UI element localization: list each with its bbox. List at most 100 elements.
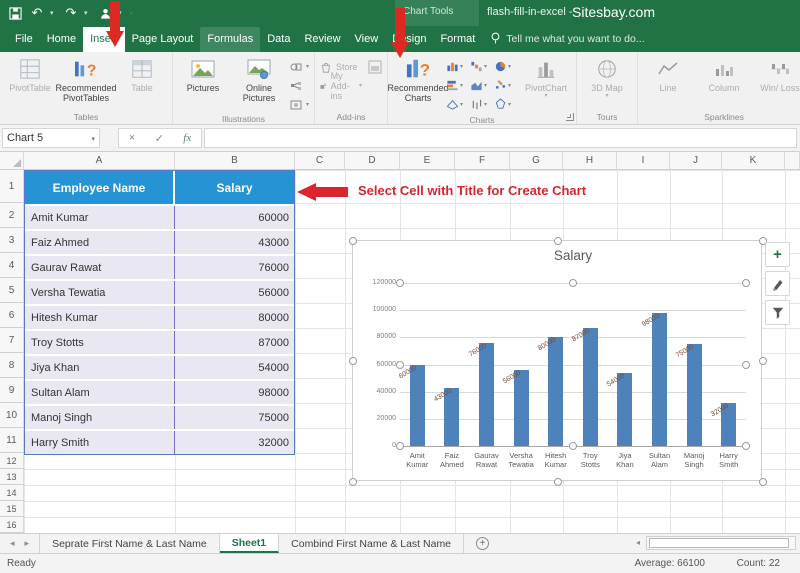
horizontal-scrollbar[interactable] — [646, 536, 796, 550]
row-header-13[interactable]: 13 — [0, 469, 24, 485]
area-chart-button[interactable]: ▾ — [470, 76, 494, 95]
sheet-nav-left-icon[interactable]: ◂ — [10, 538, 15, 549]
new-sheet-button[interactable]: + — [476, 534, 489, 553]
cell-employee-name[interactable]: Faiz Ahmed — [25, 231, 175, 254]
cell-salary[interactable]: 98000 — [175, 381, 294, 404]
3d-map-button[interactable]: 3D Map ▾ — [579, 54, 635, 102]
selection-handle[interactable] — [349, 357, 357, 365]
chart-elements-button[interactable]: + — [765, 242, 790, 267]
chart-styles-button[interactable] — [765, 271, 790, 296]
selection-handle[interactable] — [396, 279, 404, 287]
selection-handle[interactable] — [396, 361, 404, 369]
row-header-9[interactable]: 9 — [0, 378, 24, 403]
column-header-G[interactable]: G — [510, 152, 563, 170]
row-header-16[interactable]: 16 — [0, 517, 24, 533]
chart-bar[interactable] — [617, 373, 632, 446]
charts-dialog-launcher-icon[interactable] — [566, 113, 574, 121]
chart-bar[interactable] — [479, 343, 494, 446]
tab-data[interactable]: Data — [260, 27, 297, 52]
cell-salary[interactable]: 87000 — [175, 331, 294, 354]
row-header-8[interactable]: 8 — [0, 353, 24, 378]
enter-icon[interactable]: ✓ — [155, 132, 164, 145]
cell-employee-name[interactable]: Amit Kumar — [25, 206, 175, 229]
column-header-K[interactable]: K — [722, 152, 785, 170]
sheet-tab-seprate[interactable]: Seprate First Name & Last Name — [39, 534, 220, 553]
sheet-nav-right-icon[interactable]: ▸ — [25, 538, 30, 549]
sparkline-winloss-button[interactable]: Win/ Loss — [752, 54, 800, 95]
table-header-salary[interactable]: Salary — [175, 171, 294, 204]
qat-more-icon[interactable]: · — [130, 10, 138, 17]
insert-function-icon[interactable]: fx — [183, 132, 191, 144]
column-header-B[interactable]: B — [175, 152, 295, 170]
row-header-6[interactable]: 6 — [0, 303, 24, 328]
selection-handle[interactable] — [554, 237, 562, 245]
column-header-D[interactable]: D — [345, 152, 400, 170]
pictures-button[interactable]: Pictures — [175, 54, 231, 95]
name-box[interactable]: Chart 5 ▾ — [2, 128, 100, 148]
sheet-tab-sheet1[interactable]: Sheet1 — [220, 534, 279, 553]
row-header-5[interactable]: 5 — [0, 278, 24, 303]
column-header-I[interactable]: I — [617, 152, 670, 170]
table-button[interactable]: Table — [114, 54, 170, 95]
pivotchart-button[interactable]: PivotChart ▾ — [518, 54, 574, 102]
sparkline-line-button[interactable]: Line — [640, 54, 696, 95]
tab-format[interactable]: Format — [433, 27, 482, 52]
chart-title[interactable]: Salary — [400, 248, 746, 263]
cell-salary[interactable]: 75000 — [175, 406, 294, 429]
table-header-employee-name[interactable]: Employee Name — [25, 171, 175, 204]
select-all-corner[interactable] — [0, 152, 24, 170]
selection-handle[interactable] — [742, 442, 750, 450]
cell-salary[interactable]: 60000 — [175, 206, 294, 229]
scatter-chart-button[interactable]: ▾ — [494, 76, 518, 95]
waterfall-chart-button[interactable]: ▾ — [470, 57, 494, 76]
row-header-11[interactable]: 11 — [0, 428, 24, 453]
radar-chart-button[interactable]: ▾ — [494, 95, 518, 114]
cell-employee-name[interactable]: Hitesh Kumar — [25, 306, 175, 329]
row-header-2[interactable]: 2 — [0, 203, 24, 228]
row-header-15[interactable]: 15 — [0, 501, 24, 517]
tab-review[interactable]: Review — [297, 27, 347, 52]
bar-chart-button[interactable]: ▾ — [446, 76, 470, 95]
undo-icon[interactable]: ↶ — [28, 4, 46, 22]
redo-dropdown-icon[interactable]: ▾ — [84, 9, 92, 17]
cell-salary[interactable]: 32000 — [175, 431, 294, 454]
tab-home[interactable]: Home — [40, 27, 83, 52]
selection-handle[interactable] — [349, 237, 357, 245]
formula-input[interactable] — [204, 128, 797, 148]
addin-extra-icon[interactable] — [365, 58, 385, 75]
column-header-H[interactable]: H — [563, 152, 617, 170]
selection-handle[interactable] — [569, 279, 577, 287]
name-box-dropdown-icon[interactable]: ▾ — [91, 135, 95, 143]
cell-salary[interactable]: 54000 — [175, 356, 294, 379]
pie-chart-button[interactable]: ▾ — [494, 57, 518, 76]
selection-handle[interactable] — [742, 279, 750, 287]
smartart-icon[interactable] — [287, 77, 312, 94]
selection-handle[interactable] — [759, 357, 767, 365]
cell-salary[interactable]: 80000 — [175, 306, 294, 329]
chart-bar[interactable] — [548, 337, 563, 446]
row-header-12[interactable]: 12 — [0, 453, 24, 469]
column-header-E[interactable]: E — [400, 152, 455, 170]
recommended-pivottables-button[interactable]: ? Recommended PivotTables — [58, 54, 114, 106]
selection-handle[interactable] — [569, 442, 577, 450]
chart-bar[interactable] — [514, 370, 529, 446]
cancel-icon[interactable]: × — [129, 132, 135, 144]
embedded-chart[interactable]: Salary 020000400006000080000100000120000… — [352, 240, 762, 481]
chart-filters-button[interactable] — [765, 300, 790, 325]
column-header-J[interactable]: J — [670, 152, 722, 170]
cell-employee-name[interactable]: Troy Stotts — [25, 331, 175, 354]
redo-icon[interactable]: ↷ — [62, 4, 80, 22]
row-header-1[interactable]: 1 — [0, 170, 24, 203]
row-header-10[interactable]: 10 — [0, 403, 24, 428]
tab-page-layout[interactable]: Page Layout — [125, 27, 201, 52]
cell-salary[interactable]: 56000 — [175, 281, 294, 304]
cell-salary[interactable]: 43000 — [175, 231, 294, 254]
selection-handle[interactable] — [396, 442, 404, 450]
stock-chart-button[interactable]: ▾ — [470, 95, 494, 114]
tab-formulas[interactable]: Formulas — [200, 27, 260, 52]
cell-employee-name[interactable]: Harry Smith — [25, 431, 175, 454]
selection-handle[interactable] — [742, 361, 750, 369]
tell-me-box[interactable]: Tell me what you want to do... — [482, 26, 652, 52]
online-pictures-button[interactable]: Online Pictures — [231, 54, 287, 106]
row-header-7[interactable]: 7 — [0, 328, 24, 353]
